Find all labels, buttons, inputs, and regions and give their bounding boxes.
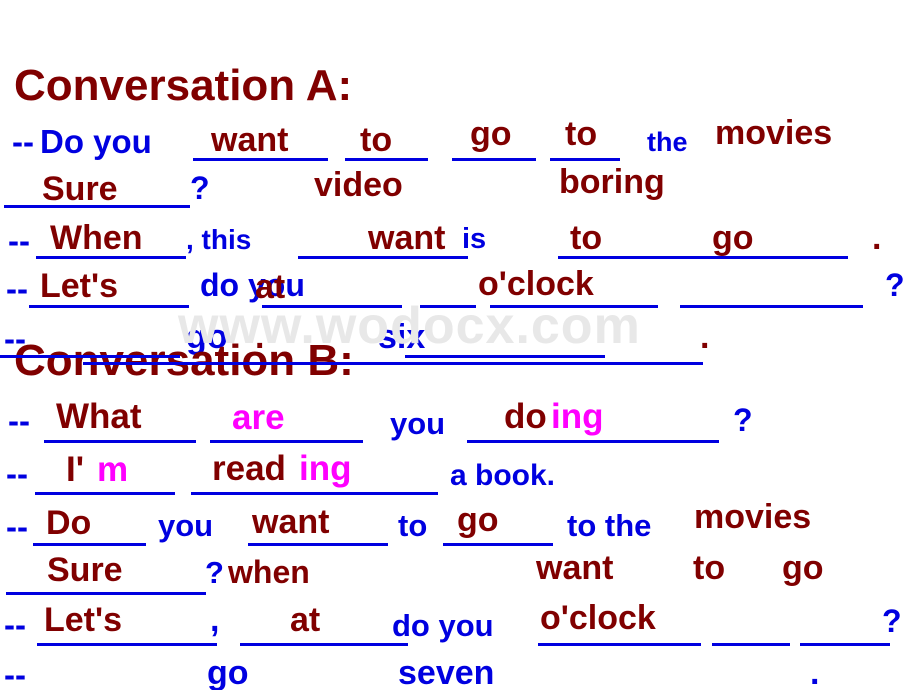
question-mark: ? [205, 555, 224, 590]
answer-boring: boring [559, 163, 665, 201]
blank-underline [36, 256, 186, 259]
blank-underline [558, 256, 848, 259]
answer-are: are [232, 398, 285, 437]
blank-underline [83, 362, 703, 365]
answer-want-3: want [252, 503, 330, 541]
blank-underline [490, 305, 658, 308]
answer-doing-stem: do [504, 397, 547, 436]
answer-doing-suffix: ing [551, 397, 604, 436]
answer-want-4: want [536, 549, 614, 587]
answer-lets-2: Let's [44, 601, 122, 639]
answer-video: video [314, 166, 403, 204]
period-mark: . [810, 654, 820, 690]
question-mark: ? [733, 402, 753, 438]
period-mark: . [872, 219, 882, 257]
slide-canvas: www.wodocx.com Conversation A: -- Do you… [0, 0, 920, 690]
blank-underline [262, 305, 402, 308]
dash-marker: -- [8, 402, 30, 439]
dash-marker: -- [6, 455, 28, 492]
blank-underline [33, 543, 146, 546]
blank-underline [0, 355, 180, 358]
heading-conversation-a: Conversation A: [14, 61, 353, 110]
period-mark: . [700, 318, 710, 356]
blank-underline [680, 305, 863, 308]
answer-want-2: want [368, 219, 446, 257]
answer-go-2: go [712, 219, 754, 257]
dash-marker: -- [6, 508, 28, 545]
text-the: the [647, 127, 688, 157]
answer-at-2: at [290, 601, 321, 639]
answer-sure-2: Sure [47, 551, 123, 589]
blank-underline [298, 256, 468, 259]
answer-im-stem: I' [66, 450, 85, 489]
text-a-book: a book. [450, 459, 556, 492]
answer-go-4: go [782, 549, 824, 587]
answer-reading-stem: read [212, 449, 286, 488]
answer-to: to [360, 121, 393, 159]
answer-go-3: go [457, 501, 499, 539]
answer-movies: movies [715, 114, 833, 152]
text-comma-this: , this [186, 224, 252, 255]
blank-underline [193, 158, 328, 161]
blank-underline [452, 158, 536, 161]
blank-underline [550, 158, 620, 161]
answer-go: go [470, 115, 512, 153]
text-to: to [398, 508, 428, 543]
text-is: is [462, 223, 487, 255]
blank-underline [29, 305, 189, 308]
blank-underline [443, 543, 553, 546]
text-do-you: Do you [40, 123, 152, 160]
blank-underline [210, 440, 363, 443]
dash-marker: -- [4, 606, 26, 643]
blank-underline [712, 643, 790, 646]
blank-underline [6, 592, 206, 595]
dash-marker: -- [12, 123, 34, 160]
answer-movies-2: movies [694, 498, 812, 536]
blank-underline [345, 158, 428, 161]
blank-underline [240, 643, 408, 646]
answer-do: Do [46, 504, 92, 542]
dash-marker: -- [8, 222, 30, 259]
answer-what: What [56, 397, 142, 436]
answer-when: When [50, 219, 143, 257]
blank-underline [44, 440, 196, 443]
blank-underline [467, 440, 719, 443]
answer-seven: seven [398, 654, 495, 690]
blank-underline [191, 492, 438, 495]
answer-im-suffix: m [97, 450, 129, 489]
answer-when-lc: when [228, 554, 310, 590]
text-you-2: you [158, 508, 214, 543]
blank-underline [538, 643, 701, 646]
text-to-the: to the [567, 508, 652, 543]
answer-go-blue-2: go [207, 654, 249, 690]
question-mark: ? [190, 170, 210, 206]
answer-lets: Let's [40, 267, 118, 305]
blank-underline [420, 305, 476, 308]
dash-marker: -- [6, 270, 28, 307]
blank-underline [37, 643, 217, 646]
text-you: you [390, 406, 446, 441]
question-mark: ? [882, 603, 902, 639]
blank-underline [35, 492, 175, 495]
dash-marker: -- [4, 656, 26, 690]
answer-to-3: to [570, 219, 603, 257]
blank-underline [248, 543, 388, 546]
blank-underline [4, 205, 190, 208]
text-do-you-3: do you [392, 608, 494, 643]
answer-oclock: o'clock [478, 265, 594, 303]
answer-to-4: to [693, 549, 726, 587]
answer-oclock-2: o'clock [540, 599, 656, 637]
answer-to-2: to [565, 115, 598, 153]
answer-reading-suffix: ing [299, 449, 352, 488]
blank-underline [800, 643, 890, 646]
blank-underline [405, 355, 605, 358]
answer-want: want [211, 121, 289, 159]
comma-mark: , [210, 601, 220, 639]
question-mark: ? [885, 267, 905, 303]
answer-sure: Sure [42, 170, 118, 208]
